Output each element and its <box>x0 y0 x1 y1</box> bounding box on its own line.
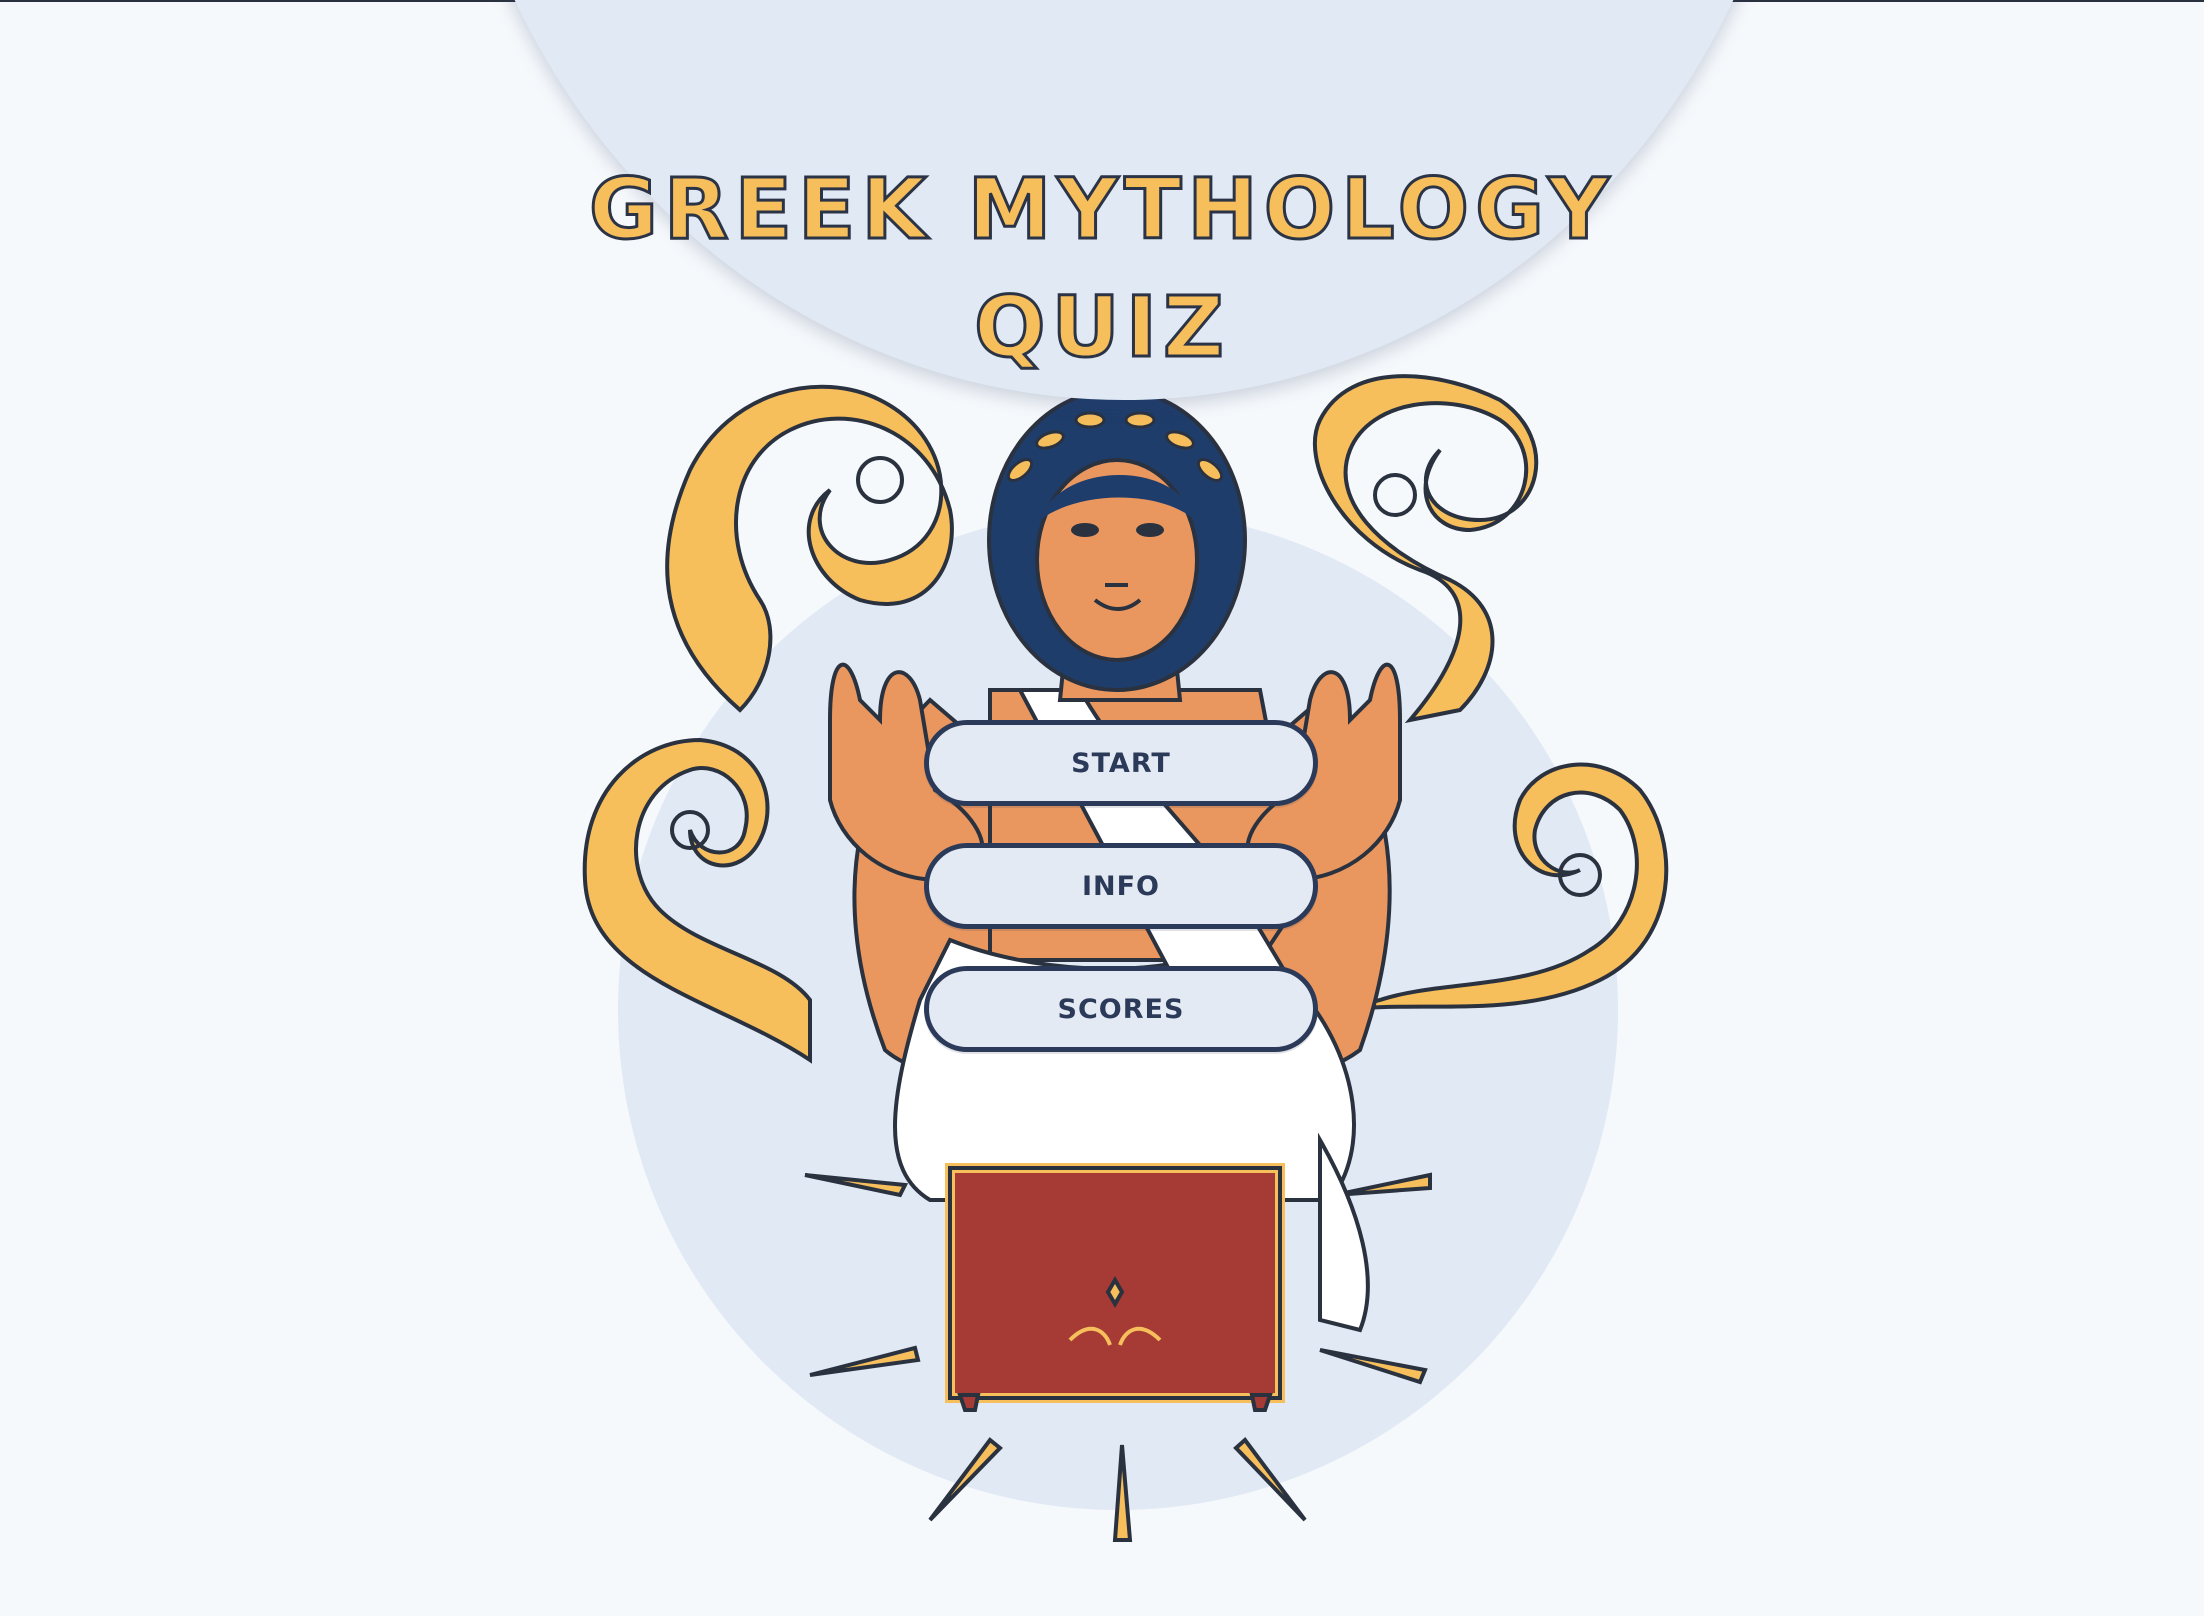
start-button[interactable]: START <box>924 720 1318 806</box>
head <box>987 388 1247 692</box>
info-button[interactable]: INFO <box>924 843 1318 929</box>
treasure-chest <box>945 1163 1285 1412</box>
game-title-line-2: QUIZ <box>973 277 1230 378</box>
game-title-line-1: GREEK MYTHOLOGY <box>587 159 1616 260</box>
scores-button[interactable]: SCORES <box>924 966 1318 1052</box>
main-menu: START INFO SCORES <box>924 720 1318 1089</box>
